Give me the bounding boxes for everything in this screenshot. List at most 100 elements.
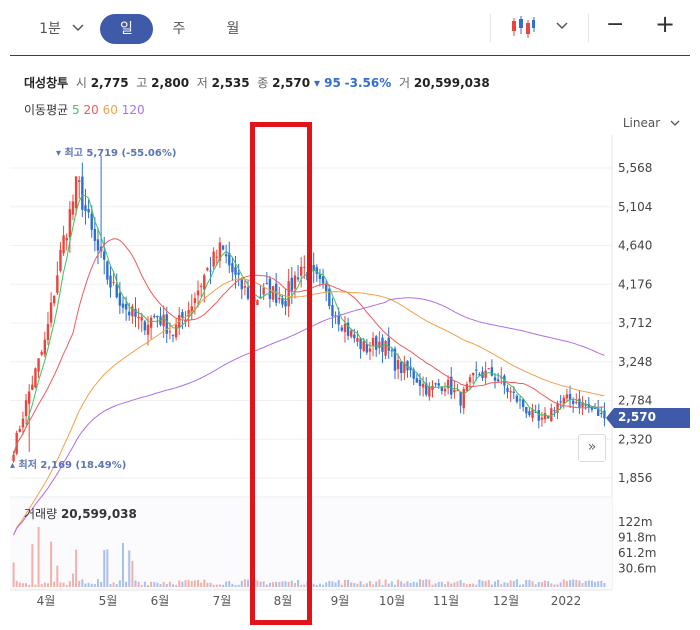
volume-bar [78, 580, 81, 587]
candle-body [440, 387, 444, 391]
volume-bar [103, 550, 106, 587]
candle-body [93, 228, 97, 241]
candle-body [371, 337, 375, 347]
divider [490, 14, 491, 42]
zoom-in-button[interactable]: + [655, 10, 675, 38]
candle-body [234, 267, 237, 275]
volume-bar [494, 581, 497, 587]
candle-body [321, 276, 325, 284]
chart-type-chevron-icon[interactable] [556, 22, 568, 30]
candle-body [168, 331, 172, 333]
candle-body [137, 316, 140, 319]
volume-bar [418, 579, 421, 587]
volume-bar [412, 581, 415, 587]
scale-mode-label: Linear [622, 116, 661, 130]
volume-bar [481, 580, 484, 587]
candle-body [246, 287, 250, 299]
scale-mode-select[interactable]: Linear [623, 116, 680, 130]
volume-bar [590, 580, 593, 587]
candle-body [174, 324, 178, 338]
current-price-value: 2,570 [618, 410, 656, 424]
stock-summary: 대성창투 시 2,775 고 2,800 저 2,535 종 2,570 ▾ 9… [24, 74, 490, 91]
ma60-label: 60 [102, 103, 118, 117]
volume-bar [356, 583, 359, 587]
volume-bar [522, 584, 525, 587]
ma5-label: 5 [72, 103, 80, 117]
volume-bar [459, 579, 462, 587]
candle-body [121, 303, 125, 308]
tab-monthly[interactable]: 월 [218, 14, 248, 44]
change-value: ▾ 95 [313, 76, 341, 90]
candlestick-icon[interactable] [510, 14, 536, 40]
volume-bar [218, 584, 221, 587]
volume-bar [43, 582, 46, 587]
volume-bar [340, 584, 343, 587]
candle-body [181, 312, 184, 318]
volume-bar [572, 579, 575, 587]
volume-bar [31, 544, 34, 587]
price-chart[interactable]: 5,568 5,104 4,640 4,176 3,712 3,248 2,784 2,320… [0, 135, 700, 630]
volume-bar [118, 580, 121, 587]
volume-bar [390, 581, 393, 587]
candle-body [359, 338, 362, 350]
candle-body [553, 410, 556, 412]
candle-body [593, 408, 597, 410]
close-value: 2,570 [272, 76, 311, 90]
price-tick-label: 1,856 [618, 471, 652, 485]
volume-bar [484, 581, 487, 587]
volume-label: 거 [398, 76, 410, 90]
candle-body [490, 367, 494, 376]
volume-bar [175, 584, 178, 587]
minute-interval-select[interactable]: 1분 [30, 14, 70, 44]
volume-bar [53, 581, 56, 587]
date-tick-label: 10월 [379, 594, 405, 608]
open-label: 시 [75, 76, 87, 90]
volume-bar [56, 565, 59, 587]
candle-body [90, 213, 93, 230]
volume-tick-label: 61.2m [618, 546, 656, 560]
volume-bar [362, 584, 365, 587]
volume-bar [90, 583, 93, 587]
candle-body [65, 237, 68, 241]
tab-weekly[interactable]: 주 [164, 14, 194, 44]
candle-body [431, 385, 434, 390]
volume-bar [519, 584, 522, 587]
volume-bar [109, 584, 112, 587]
volume-bar [537, 581, 540, 587]
volume-bar [234, 584, 237, 587]
volume-bar [131, 560, 134, 587]
candle-body [421, 383, 425, 388]
volume-bar [415, 582, 418, 587]
volume-bar [359, 581, 362, 587]
candle-body [224, 254, 228, 257]
volume-bar [403, 583, 406, 587]
volume-bar [318, 583, 321, 587]
candle-body [328, 288, 331, 307]
candle-body [343, 323, 347, 333]
date-tick-label: 5월 [99, 594, 118, 608]
chevron-down-icon[interactable] [72, 24, 84, 32]
tab-daily[interactable]: 일 [100, 14, 153, 44]
ma120-label: 120 [121, 103, 145, 117]
candle-body [496, 379, 500, 382]
volume-bar [165, 583, 168, 587]
candle-body [193, 298, 197, 304]
volume-bar [37, 527, 40, 587]
volume-bar [59, 582, 62, 587]
volume-bar [200, 582, 203, 587]
low-annotation: ▴ 최저 2,169 (18.49%) [10, 460, 127, 471]
scroll-latest-button[interactable]: » [578, 434, 606, 462]
zoom-out-button[interactable]: − [606, 12, 624, 37]
volume-bar [500, 584, 503, 587]
candle-body [434, 383, 437, 385]
candle-body [512, 391, 515, 393]
volume-bar [115, 584, 118, 587]
toolbar-bottom-rule [10, 55, 690, 56]
low-label: 저 [196, 76, 208, 90]
candle-body [559, 401, 562, 403]
volume-bar [12, 562, 15, 587]
volume-bar [18, 582, 21, 587]
volume-bar [475, 584, 478, 587]
volume-bar [128, 550, 131, 587]
volume-bar [347, 579, 350, 587]
